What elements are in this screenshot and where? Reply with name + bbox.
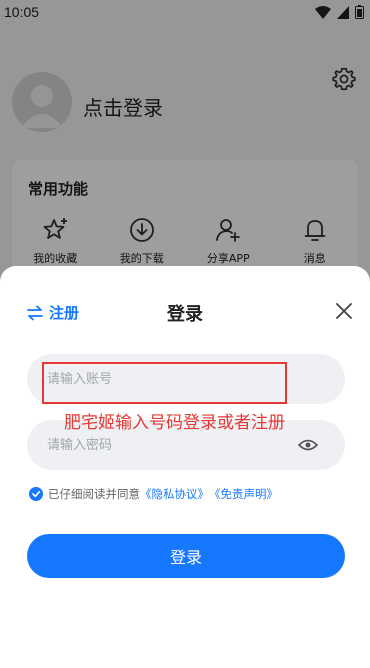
sheet-title: 登录 [167, 304, 203, 325]
agreement-text: 已仔细阅读并同意 [48, 487, 140, 501]
login-sheet: 注册 登录 肥宅姬输入号码登录或者注册 已仔细阅读并同意 《隐私协议》 《免责声… [0, 266, 370, 668]
close-icon[interactable] [333, 300, 355, 322]
agreement-row: 已仔细阅读并同意 《隐私协议》 《免责声明》 [29, 486, 278, 502]
agreement-checkbox[interactable] [29, 487, 43, 501]
annotation-text: 肥宅姬输入号码登录或者注册 [64, 413, 285, 433]
eye-icon[interactable] [298, 436, 318, 454]
annotation-highlight-box [42, 362, 287, 404]
disclaimer-link[interactable]: 《免责声明》 [209, 486, 278, 502]
login-button[interactable]: 登录 [27, 534, 345, 578]
privacy-policy-link[interactable]: 《隐私协议》 [140, 486, 209, 502]
checkmark-icon [32, 491, 41, 498]
